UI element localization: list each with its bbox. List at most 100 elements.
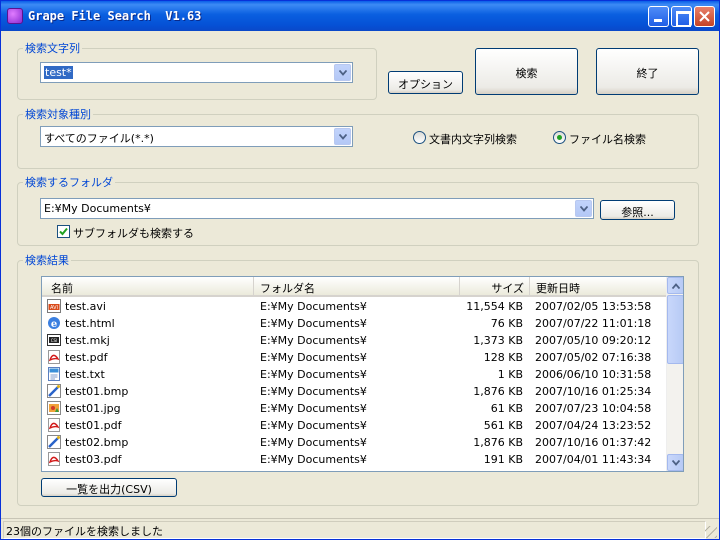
include-subfolders-checkbox[interactable]: サブフォルダも検索する: [57, 224, 207, 240]
chevron-down-icon: [672, 460, 680, 466]
search-button-label: 検索: [515, 67, 538, 80]
search-button[interactable]: 検索: [475, 48, 578, 95]
scroll-thumb[interactable]: [667, 295, 683, 364]
export-csv-button-label: 一覧を出力(CSV): [66, 483, 152, 496]
column-header-size[interactable]: サイズ: [460, 277, 530, 296]
cell-modified: 2007/10/16 01:25:34: [535, 385, 652, 398]
cell-modified: 2007/04/24 13:23:52: [535, 419, 652, 432]
cell-folder: E:¥My Documents¥: [260, 453, 367, 466]
cell-size: 1,876 KB: [473, 385, 523, 398]
resize-grip[interactable]: [705, 526, 717, 538]
table-row[interactable]: test01.pdf E:¥My Documents¥ 561 KB 2007/04/…: [42, 417, 668, 434]
cell-name: test01.jpg: [65, 402, 121, 415]
checkmark-icon: [59, 227, 68, 236]
table-row[interactable]: test01.jpg E:¥My Documents¥ 61 KB 2007/07/2…: [42, 400, 668, 417]
cell-name: test02.bmp: [65, 436, 129, 449]
column-header-name[interactable]: 名前: [42, 277, 254, 296]
grape-app-icon[interactable]: [7, 8, 23, 24]
cell-size: 1,876 KB: [473, 436, 523, 449]
cell-modified: 2007/07/22 11:01:18: [535, 317, 652, 330]
radio-filename-search[interactable]: ファイル名検索: [553, 130, 653, 146]
search-string-combo[interactable]: test*: [40, 62, 353, 83]
title-bar[interactable]: Grape File Search V1.63: [1, 1, 719, 31]
radio-content-search-indicator[interactable]: [413, 131, 426, 144]
jpg-file-icon: [47, 401, 61, 415]
table-row[interactable]: test03.pdf E:¥My Documents¥ 191 KB 2007/04/…: [42, 451, 668, 468]
folder-combo[interactable]: E:¥My Documents¥: [40, 198, 594, 219]
svg-text:e: e: [51, 319, 57, 330]
cell-modified: 2007/10/16 01:37:42: [535, 436, 652, 449]
pdf-file-icon: [47, 452, 61, 466]
svg-text:CSI: CSI: [51, 338, 58, 343]
cell-modified: 2007/02/05 13:53:58: [535, 300, 652, 313]
radio-filename-search-indicator[interactable]: [553, 131, 566, 144]
txt-file-icon: [47, 367, 61, 381]
column-header-folder[interactable]: フォルダ名: [254, 277, 460, 296]
close-icon: [699, 11, 710, 22]
close-button[interactable]: [694, 6, 715, 27]
avi-file-icon: AVI: [47, 299, 61, 313]
table-row[interactable]: test.txt E:¥My Documents¥ 1 KB 2006/06/10 1…: [42, 366, 668, 383]
radio-content-search-label: 文書内文字列検索: [429, 133, 517, 146]
cell-folder: E:¥My Documents¥: [260, 334, 367, 347]
target-type-label: 検索対象種別: [23, 106, 93, 122]
chevron-down-icon: [580, 206, 588, 212]
svg-text:AVI: AVI: [50, 305, 58, 311]
cell-name: test.mkj: [65, 334, 110, 347]
table-row[interactable]: test.pdf E:¥My Documents¥ 128 KB 2007/05/02…: [42, 349, 668, 366]
cell-folder: E:¥My Documents¥: [260, 317, 367, 330]
results-header: 名前 フォルダ名 サイズ 更新日時: [42, 277, 668, 297]
export-csv-button[interactable]: 一覧を出力(CSV): [41, 478, 177, 497]
column-header-modified[interactable]: 更新日時: [530, 277, 668, 296]
table-row[interactable]: AVI test.avi E:¥My Documents¥ 11,554 KB 2007…: [42, 298, 668, 315]
table-row[interactable]: CSI test.mkj E:¥My Documents¥ 1,373 KB 2007/…: [42, 332, 668, 349]
exit-button-label: 終了: [636, 67, 659, 80]
cell-folder: E:¥My Documents¥: [260, 300, 367, 313]
cell-size: 128 KB: [483, 351, 523, 364]
radio-content-search[interactable]: 文書内文字列検索: [413, 130, 533, 146]
search-string-dropdown-button[interactable]: [334, 64, 351, 81]
mkj-file-icon: CSI: [47, 333, 61, 347]
scroll-up-button[interactable]: [667, 277, 683, 294]
cell-folder: E:¥My Documents¥: [260, 419, 367, 432]
cell-size: 1,373 KB: [473, 334, 523, 347]
table-row[interactable]: e test.html E:¥My Documents¥ 76 KB 2007/07/2…: [42, 315, 668, 332]
cell-modified: 2007/05/10 09:20:12: [535, 334, 652, 347]
cell-folder: E:¥My Documents¥: [260, 351, 367, 364]
include-subfolders-label: サブフォルダも検索する: [73, 227, 194, 240]
target-type-dropdown-button[interactable]: [334, 128, 351, 145]
table-row[interactable]: test02.bmp E:¥My Documents¥ 1,876 KB 2007/1…: [42, 434, 668, 451]
maximize-button[interactable]: [671, 6, 692, 27]
folder-dropdown-button[interactable]: [575, 200, 592, 217]
results-scrollbar[interactable]: [666, 277, 683, 471]
folder-value: E:¥My Documents¥: [44, 202, 151, 215]
cell-size: 11,554 KB: [466, 300, 523, 313]
option-button-label: オプション: [398, 78, 453, 91]
results-listview[interactable]: 名前 フォルダ名 サイズ 更新日時 AVI test.avi E:¥My Docum…: [41, 276, 684, 472]
target-type-combo[interactable]: すべてのファイル(*.*): [40, 126, 353, 147]
minimize-button[interactable]: [648, 6, 669, 27]
cell-modified: 2007/04/01 11:43:34: [535, 453, 652, 466]
table-row[interactable]: test01.bmp E:¥My Documents¥ 1,876 KB 2007/1…: [42, 383, 668, 400]
app-window: Grape File Search V1.63 検索文字列 test* オプショ…: [0, 0, 720, 540]
window-title: Grape File Search V1.63: [28, 9, 202, 23]
cell-size: 61 KB: [490, 402, 523, 415]
pdf-file-icon: [47, 350, 61, 364]
bmp-file-icon: [47, 384, 61, 398]
exit-button[interactable]: 終了: [596, 48, 699, 95]
option-button[interactable]: オプション: [388, 71, 463, 94]
cell-name: test01.pdf: [65, 419, 122, 432]
chevron-down-icon: [339, 134, 347, 140]
html-file-icon: e: [47, 316, 61, 330]
include-subfolders-box[interactable]: [57, 225, 70, 238]
browse-button[interactable]: 参照...: [600, 200, 675, 220]
cell-folder: E:¥My Documents¥: [260, 385, 367, 398]
cell-name: test03.pdf: [65, 453, 122, 466]
cell-size: 76 KB: [490, 317, 523, 330]
cell-name: test.avi: [65, 300, 106, 313]
results-group-label: 検索結果: [23, 252, 71, 268]
cell-size: 191 KB: [483, 453, 523, 466]
scroll-down-button[interactable]: [667, 454, 683, 471]
cell-modified: 2007/07/23 10:04:58: [535, 402, 652, 415]
cell-name: test01.bmp: [65, 385, 129, 398]
